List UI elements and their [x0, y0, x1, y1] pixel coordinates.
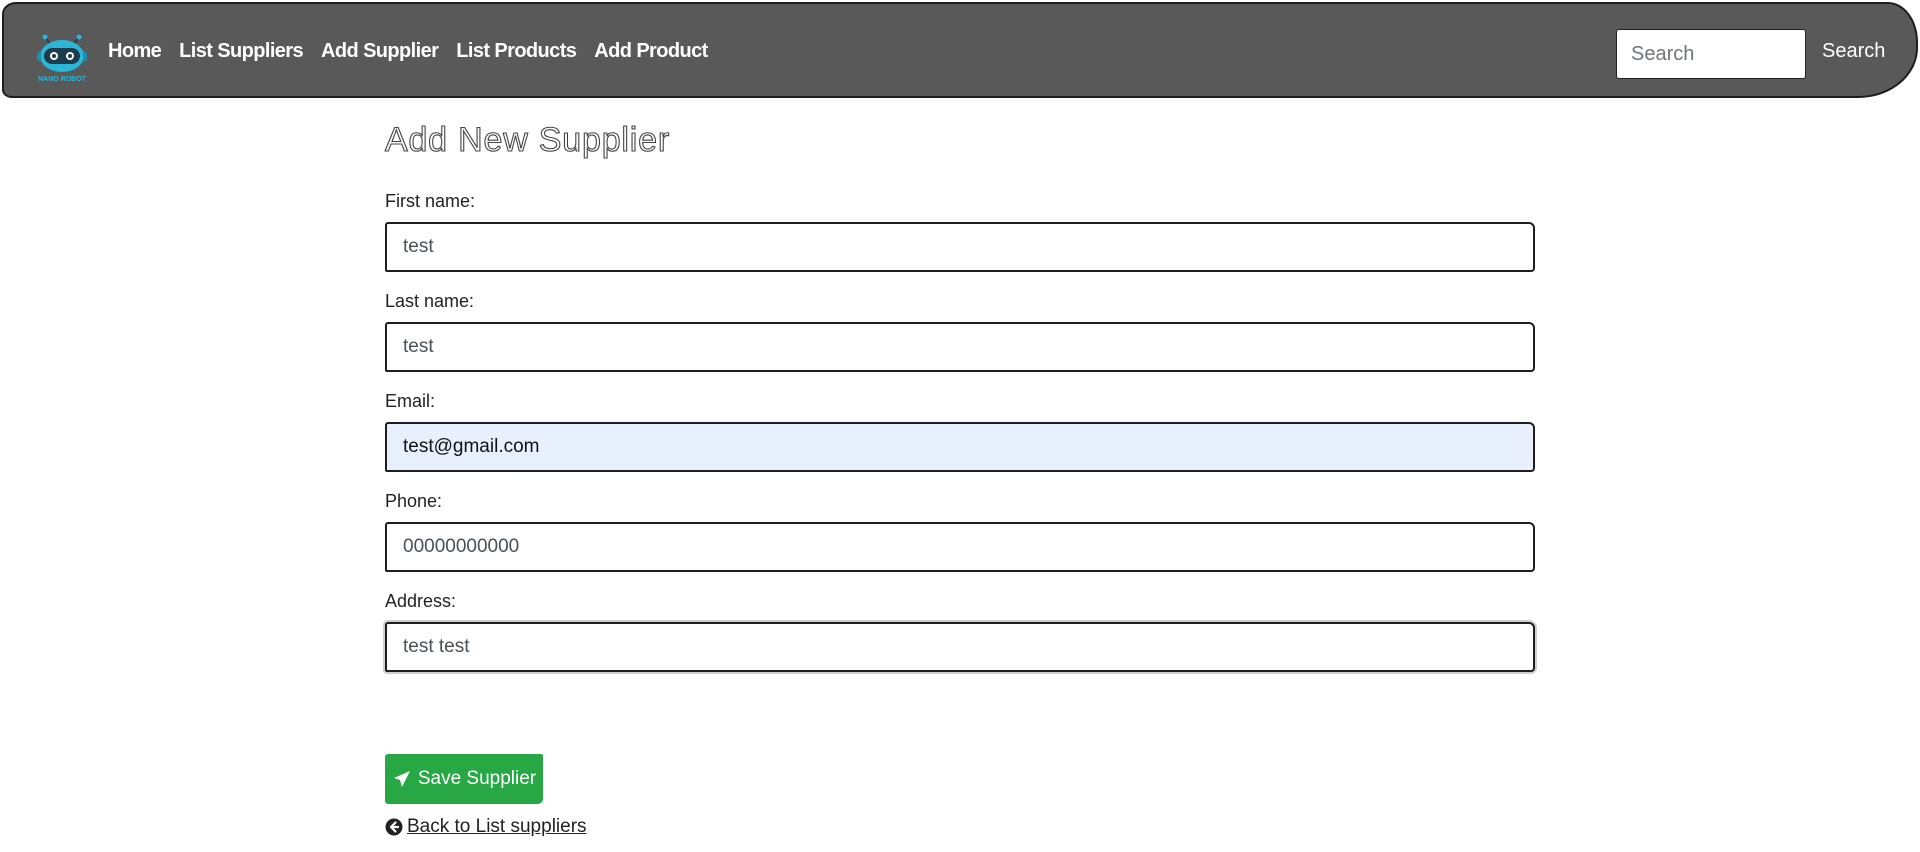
email-group: Email:: [385, 390, 1535, 472]
first-name-label: First name:: [385, 191, 476, 211]
last-name-label: Last name:: [385, 291, 475, 311]
paper-plane-icon: [393, 771, 410, 787]
email-label: Email:: [385, 391, 436, 411]
back-to-list-link[interactable]: Back to List suppliers: [385, 816, 587, 838]
svg-text:NANO ROBOT: NANO ROBOT: [38, 76, 87, 83]
address-field[interactable]: [385, 622, 1535, 672]
robot-logo-icon: NANO ROBOT: [37, 34, 87, 83]
logo[interactable]: NANO ROBOT: [34, 32, 94, 84]
first-name-group: First name:: [385, 190, 1535, 272]
nav-link-home[interactable]: Home: [108, 40, 162, 63]
email-field[interactable]: [385, 422, 1535, 472]
navbar: NANO ROBOT Home List Suppliers Add Suppl…: [2, 2, 1918, 98]
search-input[interactable]: [1616, 29, 1806, 79]
nav-link-list-products[interactable]: List Products: [456, 40, 577, 63]
page-title: Add New Supplier: [384, 120, 670, 159]
nav-links: Home List Suppliers Add Supplier List Pr…: [108, 40, 708, 63]
nav-link-list-suppliers[interactable]: List Suppliers: [179, 40, 303, 63]
nav-link-add-product[interactable]: Add Product: [594, 40, 708, 63]
save-supplier-button[interactable]: Save Supplier: [385, 754, 543, 804]
last-name-field[interactable]: [385, 322, 1535, 372]
save-supplier-label: Save Supplier: [417, 768, 537, 789]
phone-label: Phone:: [385, 491, 443, 511]
phone-field[interactable]: [385, 522, 1535, 572]
last-name-group: Last name:: [385, 290, 1535, 372]
first-name-field[interactable]: [385, 222, 1535, 272]
arrow-circle-left-icon: [385, 818, 403, 836]
phone-group: Phone:: [385, 490, 1535, 572]
search-button[interactable]: Search: [1822, 40, 1885, 63]
back-to-list-label: Back to List suppliers: [407, 816, 587, 837]
address-group: Address:: [385, 590, 1535, 672]
main-content: Add New Supplier First name: Last name: …: [384, 100, 1535, 837]
address-label: Address:: [385, 591, 457, 611]
nav-link-add-supplier[interactable]: Add Supplier: [321, 40, 439, 63]
